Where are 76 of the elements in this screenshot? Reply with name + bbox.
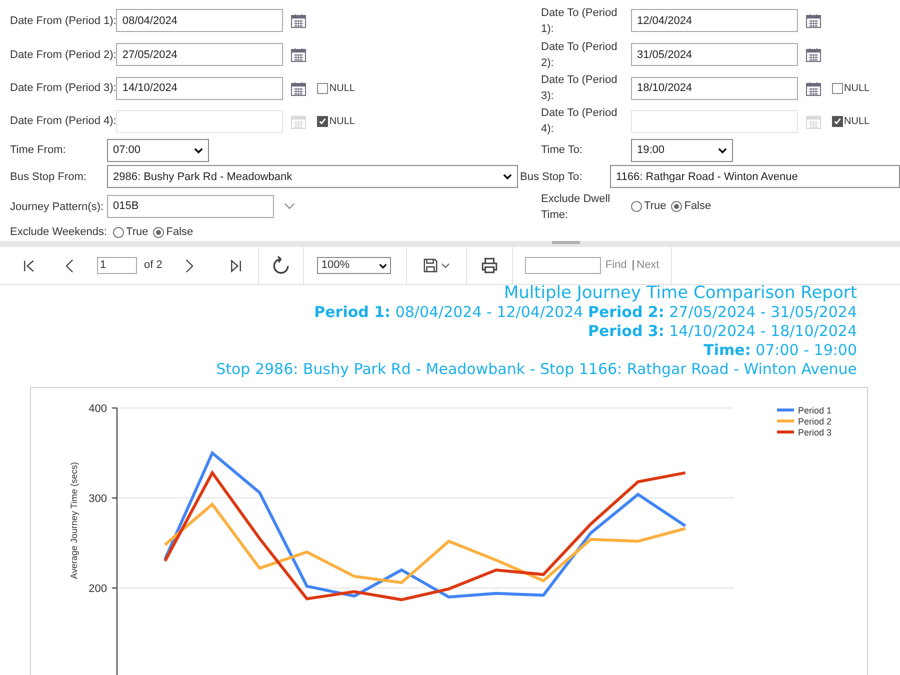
report-subtitle: Period 3: 14/10/2024 - 18/10/2024 — [588, 322, 857, 341]
field-label: Date From (Period 2): — [10, 48, 116, 63]
caret-icon — [441, 261, 450, 270]
date-field[interactable]: 18/10/2024 — [631, 76, 798, 100]
chevron-down-icon — [194, 146, 203, 155]
chevron-down-icon — [379, 262, 388, 270]
field-label: Exclude Weekends: — [10, 225, 108, 240]
last-page-icon[interactable] — [229, 258, 244, 272]
radio-label: True — [126, 224, 148, 240]
legend-label: Period 2 — [798, 416, 832, 426]
stop-range: Stop 2986: Bushy Park Rd - Meadowbank - Stop 1166: Rathgar Road - Winton Avenue — [216, 360, 857, 379]
field-label: Time To: — [541, 143, 584, 158]
field-label: Journey Pattern(s): — [10, 200, 105, 215]
date-field[interactable]: 08/04/2024 — [116, 9, 284, 32]
refresh-icon[interactable] — [271, 256, 292, 276]
find-field[interactable] — [525, 257, 602, 274]
calendar-icon[interactable] — [805, 80, 822, 97]
field-label: Bus Stop To: — [520, 170, 584, 185]
checkbox-label: NULL — [844, 114, 870, 128]
link-separator: | — [632, 258, 635, 274]
checkbox[interactable] — [317, 82, 328, 94]
calendar-icon[interactable] — [805, 12, 822, 30]
next-link[interactable]: Next — [636, 257, 660, 274]
radio-button[interactable] — [631, 201, 642, 212]
legend-label: Period 1 — [798, 406, 832, 416]
save-menu-button[interactable] — [423, 258, 450, 273]
axis-tick-label: 200 — [88, 583, 107, 595]
field-label: Date From (Period 3): — [10, 81, 116, 96]
radio-label: False — [166, 224, 194, 240]
dropdown[interactable]: 1166: Rathgar Road - Winton Avenue — [610, 165, 900, 188]
field-label: Bus Stop From: — [10, 170, 88, 185]
zoom-dropdown[interactable]: 100% — [317, 257, 392, 274]
field-label: Date To (Period 4): — [541, 106, 618, 137]
legend-label: Period 3 — [798, 428, 832, 438]
dropdown[interactable]: 19:00 — [631, 138, 733, 162]
printer-icon[interactable] — [481, 257, 498, 274]
radio-button[interactable] — [671, 201, 682, 212]
axis-tick-label: 400 — [88, 403, 107, 415]
first-page-icon[interactable] — [22, 258, 36, 272]
report-title: Multiple Journey Time Comparison Report — [504, 283, 857, 303]
axis-tick-label: 300 — [88, 493, 107, 505]
dropdown[interactable]: 2986: Bushy Park Rd - Meadowbank — [107, 165, 518, 188]
page-number-field[interactable]: 1 — [97, 257, 137, 274]
date-field[interactable]: 31/05/2024 — [631, 43, 798, 66]
date-field[interactable]: 12/04/2024 — [631, 9, 798, 32]
field-label: Date From (Period 4): — [10, 114, 116, 129]
checkbox-label: NULL — [844, 82, 870, 96]
calendar-icon[interactable] — [290, 46, 308, 64]
radio-button[interactable] — [113, 226, 124, 238]
chevron-down-icon — [718, 146, 727, 155]
dropdown[interactable]: 07:00 — [107, 138, 209, 162]
radio-label: True — [644, 199, 666, 214]
page-count: of 2 — [144, 258, 162, 274]
report-subtitle: Period 1: 08/04/2024 - 12/04/2024 Period 2: 27/05/2024 - 31/05/2024 — [314, 303, 857, 322]
splitter-handle[interactable] — [552, 241, 580, 244]
field-label: Date To (Period 2): — [541, 40, 618, 71]
date-field[interactable]: 27/05/2024 — [116, 43, 284, 66]
field-label: Date To (Period 1): — [541, 6, 618, 37]
field-label: Time From: — [10, 143, 67, 158]
chevron-down-icon — [503, 172, 512, 182]
text-field[interactable]: 015B — [107, 195, 274, 218]
checkbox-label: NULL — [329, 82, 355, 96]
date-field[interactable]: 14/10/2024 — [116, 76, 284, 100]
calendar-icon[interactable] — [805, 46, 822, 64]
field-label: Date To (Period 3): — [541, 73, 618, 104]
y-axis-title: Average Journey Time (secs) — [69, 462, 79, 579]
calendar-icon[interactable] — [290, 12, 308, 30]
report-subtitle: Time: 07:00 - 19:00 — [704, 341, 857, 360]
calendar-icon[interactable] — [290, 80, 308, 97]
checkbox-label: NULL — [329, 114, 355, 128]
checkbox[interactable] — [832, 82, 843, 94]
field-label: Date From (Period 1): — [10, 14, 116, 29]
radio-label: False — [684, 199, 712, 214]
find-link[interactable]: Find — [605, 257, 627, 274]
field-label: Exclude Dwell Time: — [541, 192, 612, 223]
radio-button[interactable] — [153, 226, 164, 238]
